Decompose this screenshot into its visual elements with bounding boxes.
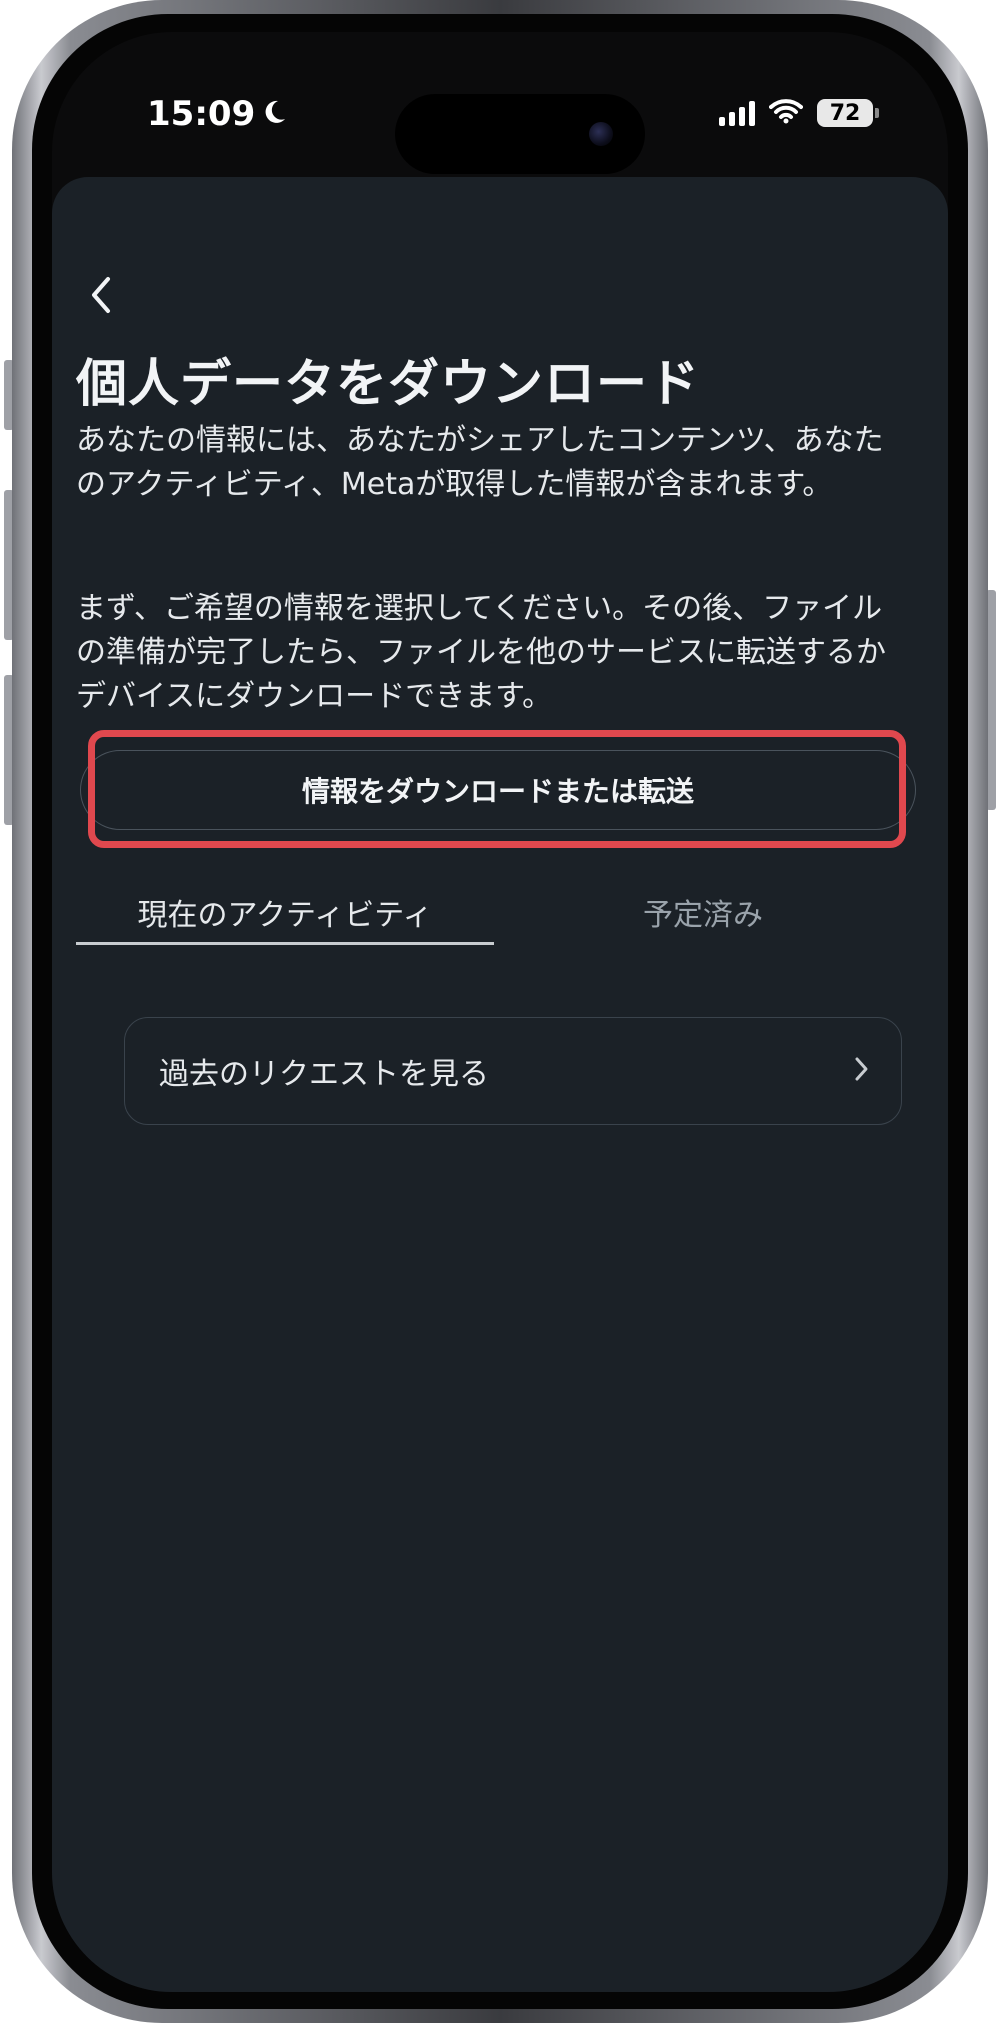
phone-bezel: 15:09 72 個人データをダウンロード あなたの情報には、あなたがシェアした…: [32, 14, 968, 2009]
back-button[interactable]: [76, 272, 126, 322]
download-data-sheet: 個人データをダウンロード あなたの情報には、あなたがシェアしたコンテンツ、あなた…: [52, 177, 948, 1992]
signal-bars-icon: [719, 100, 755, 126]
chevron-left-icon: [86, 273, 116, 321]
moon-icon: [263, 94, 287, 134]
tab-selected-indicator: [76, 942, 494, 945]
tab-scheduled[interactable]: 予定済み: [494, 877, 912, 947]
tab-scheduled-label: 予定済み: [643, 898, 763, 933]
screen: 15:09 72 個人データをダウンロード あなたの情報には、あなたがシェアした…: [52, 32, 948, 1992]
battery-icon: 72: [817, 99, 879, 127]
description-paragraph-1: あなたの情報には、あなたがシェアしたコンテンツ、あなたのアクティビティ、Meta…: [76, 423, 884, 502]
status-bar-right: 72: [719, 98, 879, 128]
dynamic-island: [395, 94, 645, 174]
phone-frame: 15:09 72 個人データをダウンロード あなたの情報には、あなたがシェアした…: [12, 0, 988, 2023]
past-requests-row[interactable]: 過去のリクエストを見る: [124, 1017, 902, 1125]
clock-text: 15:09: [147, 94, 256, 134]
chevron-right-icon: [853, 1054, 871, 1088]
download-or-transfer-button[interactable]: 情報をダウンロードまたは転送: [80, 750, 916, 830]
status-bar-time: 15:09: [147, 94, 287, 134]
page-title: 個人データをダウンロード: [76, 355, 701, 414]
wifi-icon: [769, 98, 803, 128]
past-requests-label: 過去のリクエストを見る: [159, 1057, 489, 1092]
battery-level: 72: [829, 100, 861, 126]
tab-current-activity[interactable]: 現在のアクティビティ: [76, 877, 494, 947]
front-camera: [589, 122, 613, 146]
download-or-transfer-label: 情報をダウンロードまたは転送: [301, 775, 694, 808]
description-paragraph-2: まず、ご希望の情報を選択してください。その後、ファイルの準備が完了したら、ファイ…: [76, 591, 886, 714]
tab-current-activity-label: 現在のアクティビティ: [137, 898, 433, 933]
